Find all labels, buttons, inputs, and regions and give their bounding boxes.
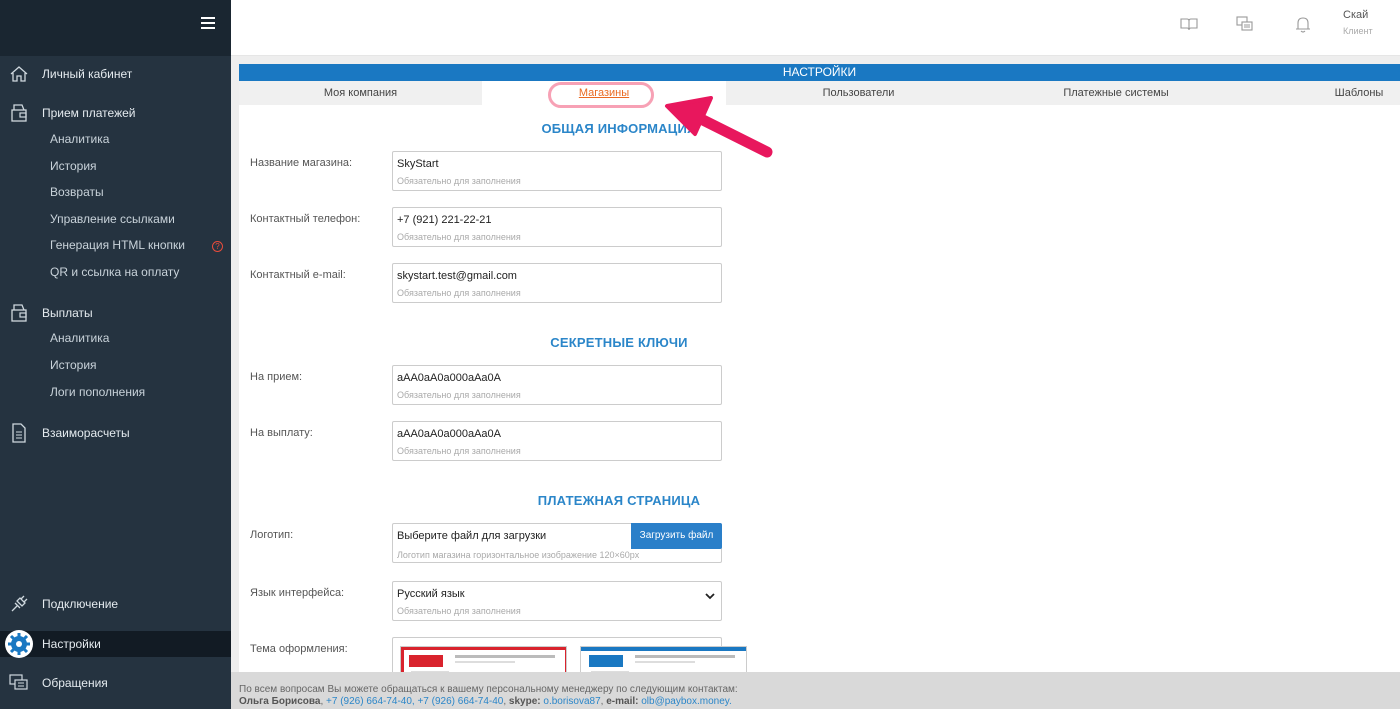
field-hint: Обязательно для заполнения xyxy=(397,232,521,242)
footer-contacts: Ольга Борисова, +7 (926) 664-74-40, +7 (… xyxy=(239,696,732,707)
manager-email[interactable]: olb@paybox.money. xyxy=(641,696,732,707)
manager-skype[interactable]: o.borisova87 xyxy=(543,696,600,707)
phone-value: +7 (921) 221-22-21 xyxy=(397,214,492,226)
sidebar-item-tickets[interactable]: Обращения xyxy=(0,670,231,696)
sidebar-subitem-qr[interactable]: QR и ссылка на оплату xyxy=(50,262,179,282)
logo-upload-field[interactable]: Выберите файл для загрузки Загрузить фай… xyxy=(392,523,722,563)
sidebar-subitem-payout-analytics[interactable]: Аналитика xyxy=(50,328,109,348)
annotation-arrow-icon xyxy=(665,96,773,158)
logo-hint: Логотип магазина горизонтальное изображе… xyxy=(397,550,640,560)
settings-tabs: Моя компания Магазины Пользователи Плате… xyxy=(239,81,1400,105)
sidebar-subitem-refunds[interactable]: Возвраты xyxy=(50,182,104,202)
sidebar-subitem-analytics[interactable]: Аналитика xyxy=(50,129,109,149)
bell-icon[interactable] xyxy=(1293,14,1313,34)
tab-payment-systems[interactable]: Платежные системы xyxy=(991,81,1241,105)
key-in-field[interactable]: aAA0aA0a000aAa0A Обязательно для заполне… xyxy=(392,365,722,405)
tab-highlight-ring xyxy=(548,82,654,108)
panel-title: НАСТРОЙКИ xyxy=(239,64,1400,81)
section-general-title: ОБЩАЯ ИНФОРМАЦИЯ xyxy=(541,121,697,136)
sidebar-item-label: Взаиморасчеты xyxy=(42,426,130,440)
language-select[interactable]: Русский язык Обязательно для заполнения xyxy=(392,581,722,621)
shop-name-label: Название магазина: xyxy=(250,157,353,169)
logo-label: Логотип: xyxy=(250,529,294,541)
wallet-icon xyxy=(8,302,30,324)
sidebar-subitem-links[interactable]: Управление ссылками xyxy=(50,209,175,229)
email-label: Контактный e-mail: xyxy=(250,269,346,281)
section-payment-page-title: ПЛАТЕЖНАЯ СТРАНИЦА xyxy=(537,493,701,508)
theme-option-red[interactable] xyxy=(400,646,567,672)
document-icon xyxy=(8,422,30,444)
field-hint: Обязательно для заполнения xyxy=(397,390,521,400)
top-bar: Скай Клиент xyxy=(231,0,1400,56)
settings-panel: НАСТРОЙКИ Моя компания Магазины Пользова… xyxy=(239,64,1400,672)
home-icon xyxy=(8,63,30,85)
shop-name-value: SkyStart xyxy=(397,158,439,170)
sidebar-item-label: Прием платежей xyxy=(42,106,136,120)
sidebar-item-connection[interactable]: Подключение xyxy=(0,591,231,617)
language-label: Язык интерфейса: xyxy=(250,587,345,599)
theme-label: Тема оформления: xyxy=(250,643,348,655)
email-field[interactable]: skystart.test@gmail.com Обязательно для … xyxy=(392,263,722,303)
chat-icon[interactable] xyxy=(1235,14,1255,34)
sidebar-item-label: Настройки xyxy=(42,637,101,651)
menu-icon[interactable] xyxy=(201,17,215,29)
plug-icon xyxy=(8,593,30,615)
sidebar-item-settlements[interactable]: Взаиморасчеты xyxy=(0,420,231,446)
key-out-value: aAA0aA0a000aAa0A xyxy=(397,428,501,440)
sidebar-item-label: Выплаты xyxy=(42,306,93,320)
sidebar-item-payments[interactable]: Прием платежей xyxy=(0,100,231,126)
skype-label: skype: xyxy=(508,696,541,707)
chevron-down-icon xyxy=(705,590,715,600)
sidebar-item-payouts[interactable]: Выплаты xyxy=(0,300,231,326)
sidebar-item-label: Личный кабинет xyxy=(42,67,133,81)
gear-icon xyxy=(4,629,34,659)
book-icon[interactable] xyxy=(1179,14,1199,34)
sidebar-item-settings[interactable]: Настройки xyxy=(0,629,231,659)
key-out-field[interactable]: aAA0aA0a000aAa0A Обязательно для заполне… xyxy=(392,421,722,461)
sidebar-item-label: Обращения xyxy=(42,676,108,690)
main-content: НАСТРОЙКИ Моя компания Магазины Пользова… xyxy=(231,56,1400,672)
tab-my-company[interactable]: Моя компания xyxy=(239,81,482,105)
sidebar: Личный кабинет Прием платежей Аналитика … xyxy=(0,0,231,709)
phone-label: Контактный телефон: xyxy=(250,213,361,225)
manager-name: Ольга Борисова xyxy=(239,696,321,707)
tab-templates[interactable]: Шаблоны xyxy=(1309,81,1400,105)
theme-option-blue[interactable] xyxy=(580,646,747,672)
key-in-label: На прием: xyxy=(250,371,303,383)
sidebar-top xyxy=(0,0,231,56)
sidebar-subitem-payout-history[interactable]: История xyxy=(50,355,97,375)
help-badge-icon[interactable]: ? xyxy=(212,241,223,252)
key-in-value: aAA0aA0a000aAa0A xyxy=(397,372,501,384)
field-hint: Обязательно для заполнения xyxy=(397,606,521,616)
email-value: skystart.test@gmail.com xyxy=(397,270,517,282)
manager-phones[interactable]: +7 (926) 664-74-40, +7 (926) 664-74-40 xyxy=(326,696,503,707)
field-hint: Обязательно для заполнения xyxy=(397,446,521,456)
footer-note: По всем вопросам Вы можете обращаться к … xyxy=(239,684,738,695)
sidebar-subitem-history[interactable]: История xyxy=(50,156,97,176)
user-name[interactable]: Скай xyxy=(1343,9,1368,21)
wallet-icon xyxy=(8,102,30,124)
email-label: e-mail: xyxy=(606,696,639,707)
upload-file-button[interactable]: Загрузить файл xyxy=(631,523,722,549)
logo-file-placeholder: Выберите файл для загрузки xyxy=(397,530,547,542)
section-keys-title: СЕКРЕТНЫЕ КЛЮЧИ xyxy=(550,335,688,350)
phone-field[interactable]: +7 (921) 221-22-21 Обязательно для запол… xyxy=(392,207,722,247)
chat-icon xyxy=(8,672,30,694)
sidebar-subitem-html-button[interactable]: Генерация HTML кнопки xyxy=(50,235,185,255)
language-value: Русский язык xyxy=(397,588,465,600)
user-role: Клиент xyxy=(1343,26,1373,36)
footer: По всем вопросам Вы можете обращаться к … xyxy=(231,672,1400,709)
field-hint: Обязательно для заполнения xyxy=(397,176,521,186)
sidebar-item-dashboard[interactable]: Личный кабинет xyxy=(0,61,231,87)
key-out-label: На выплату: xyxy=(250,427,313,439)
field-hint: Обязательно для заполнения xyxy=(397,288,521,298)
sidebar-subitem-topup-logs[interactable]: Логи пополнения xyxy=(50,382,145,402)
sidebar-item-label: Подключение xyxy=(42,597,119,611)
